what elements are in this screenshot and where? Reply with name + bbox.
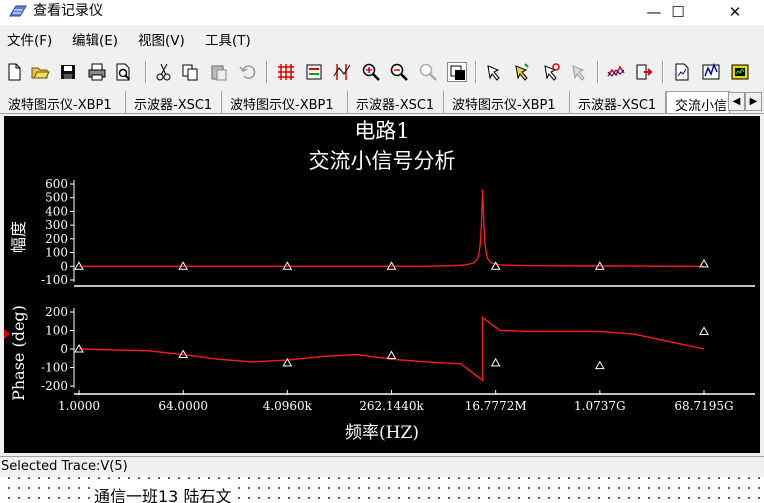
close-button[interactable]: ✕ <box>713 0 757 24</box>
grid-icon[interactable] <box>276 62 296 82</box>
toolbar-separator <box>475 61 477 83</box>
y-tick-label: -200 <box>41 379 68 393</box>
zoom-out-icon[interactable] <box>389 62 409 82</box>
menu-file[interactable]: 文件(F) <box>7 33 52 49</box>
bode-plot: 电路1 交流小信号分析 6005004003002001000-100幅度 20… <box>9 119 755 443</box>
marker-add-icon[interactable] <box>512 62 532 82</box>
x-tick-label: 64.0000 <box>158 399 208 413</box>
selected-trace-label: Selected Trace:V(5) <box>1 459 128 474</box>
status-bar: Selected Trace:V(5) <box>0 456 764 476</box>
tab-bode-plotter-2[interactable]: 波特图示仪-XBP1 <box>222 91 348 113</box>
tab-bode-plotter-1[interactable]: 波特图示仪-XBP1 <box>0 91 126 113</box>
cursors-icon[interactable] <box>332 62 352 82</box>
tab-ac-analysis[interactable]: 交流小信 <box>666 91 730 113</box>
cut-icon[interactable] <box>154 62 174 82</box>
maximize-button[interactable]: ☐ <box>656 0 700 24</box>
marker-remove-icon[interactable] <box>569 62 589 82</box>
toolbar <box>0 56 764 88</box>
legend-icon[interactable] <box>304 62 324 82</box>
tab-oscilloscope-3[interactable]: 示波器-XSC1 <box>570 91 666 113</box>
menu-bar: 文件(F) 编辑(E) 视图(V) 工具(T) <box>0 28 764 54</box>
y-tick-label: 100 <box>45 246 68 260</box>
trace-line <box>79 189 705 267</box>
title-bar: 查看记录仪 — ☐ ✕ <box>0 0 764 25</box>
zoom-in-icon[interactable] <box>361 62 381 82</box>
toolbar-separator <box>662 61 664 83</box>
print-preview-icon[interactable] <box>113 62 133 82</box>
y-tick-label: -100 <box>41 361 68 375</box>
window-title: 查看记录仪 <box>33 3 103 19</box>
y-tick-label: 200 <box>45 232 68 246</box>
x-tick-label: 16.7772M <box>465 399 527 413</box>
y-tick-label: 300 <box>45 218 68 232</box>
schematic-label: 通信一班13 陆石文 <box>90 483 236 503</box>
new-icon[interactable] <box>4 62 24 82</box>
menu-edit[interactable]: 编辑(E) <box>72 33 118 49</box>
magnitude-plot[interactable]: 6005004003002001000-100 幅度 <box>9 177 755 287</box>
grapher-app-icon <box>9 5 27 17</box>
toolbar-separator <box>145 61 147 83</box>
reverse-colors-icon[interactable] <box>447 62 467 82</box>
y-tick-label: 400 <box>45 204 68 218</box>
toolbar-separator <box>597 61 599 83</box>
y-axis-label: Phase (deg) <box>9 305 28 401</box>
tab-scroll-right-icon[interactable]: ▶ <box>745 92 762 111</box>
data-marker <box>490 357 501 367</box>
y-tick-label: 500 <box>45 191 68 205</box>
zoom-full-icon[interactable] <box>418 62 438 82</box>
maximize-icon: ☐ <box>671 3 685 21</box>
export-icon[interactable] <box>634 62 654 82</box>
print-icon[interactable] <box>87 62 107 82</box>
x-axis-label: 频率(HZ) <box>345 423 419 443</box>
menu-view[interactable]: 视图(V) <box>138 33 185 49</box>
x-tick-label: 4.0960k <box>263 399 313 413</box>
phase-plot[interactable]: 200 100 0 -100 -200 Phase (deg) <box>9 305 755 401</box>
graph-title-line2: 交流小信号分析 <box>309 149 456 173</box>
tab-bode-plotter-3[interactable]: 波特图示仪-XBP1 <box>444 91 570 113</box>
marker-refresh-icon[interactable] <box>541 62 561 82</box>
y-tick-label: 100 <box>45 324 68 338</box>
x-tick-label: 1.0737G <box>574 399 626 413</box>
tab-scroll-left-icon[interactable]: ◀ <box>728 92 745 111</box>
graph-title-line1: 电路1 <box>354 119 409 143</box>
data-marker <box>699 326 709 335</box>
trace-icon[interactable] <box>606 62 626 82</box>
open-icon[interactable] <box>30 62 50 82</box>
tab-oscilloscope-1[interactable]: 示波器-XSC1 <box>126 91 222 113</box>
y-tick-label: 0 <box>60 259 68 273</box>
data-marker <box>386 350 397 359</box>
schematic-background: 通信一班13 陆石文 <box>0 477 764 503</box>
page-tabs: 波特图示仪-XBP1 示波器-XSC1 波特图示仪-XBP1 示波器-XSC1 … <box>0 90 764 114</box>
y-tick-label: 200 <box>45 305 68 319</box>
tab-oscilloscope-2[interactable]: 示波器-XSC1 <box>348 91 444 113</box>
frequency-axis: 1.0000 64.0000 4.0960k 262.1440k 16.7772M 1.0… <box>58 390 734 443</box>
export-data-icon[interactable] <box>672 62 692 82</box>
y-tick-label: -100 <box>41 273 68 287</box>
graph-canvas[interactable]: 电路1 交流小信号分析 600 500 400 300 200 100 0 -100 幅度 20… <box>4 116 760 453</box>
save-icon[interactable] <box>58 62 78 82</box>
y-axis-label: 幅度 <box>9 221 28 253</box>
x-tick-label: 262.1440k <box>359 399 424 413</box>
grapher-window: 查看记录仪 — ☐ ✕ 文件(F) 编辑(E) 视图(V) 工具(T) 波特图示… <box>0 0 764 503</box>
selected-trace-marker <box>4 329 10 339</box>
toolbar-separator <box>266 61 268 83</box>
y-tick-label: 0 <box>60 342 68 356</box>
graph-properties-icon[interactable] <box>701 62 721 82</box>
copy-icon[interactable] <box>180 62 200 82</box>
labview-icon[interactable] <box>730 62 750 82</box>
x-tick-label: 68.7195G <box>674 399 733 413</box>
x-tick-label: 1.0000 <box>58 399 100 413</box>
undo-icon[interactable] <box>238 62 258 82</box>
paste-icon[interactable] <box>209 62 229 82</box>
close-icon: ✕ <box>728 3 742 21</box>
menu-tools[interactable]: 工具(T) <box>205 33 251 49</box>
data-marker <box>594 360 605 370</box>
select-marker-icon[interactable] <box>484 62 504 82</box>
trace-line <box>78 316 705 382</box>
y-tick-label: 600 <box>45 177 68 191</box>
